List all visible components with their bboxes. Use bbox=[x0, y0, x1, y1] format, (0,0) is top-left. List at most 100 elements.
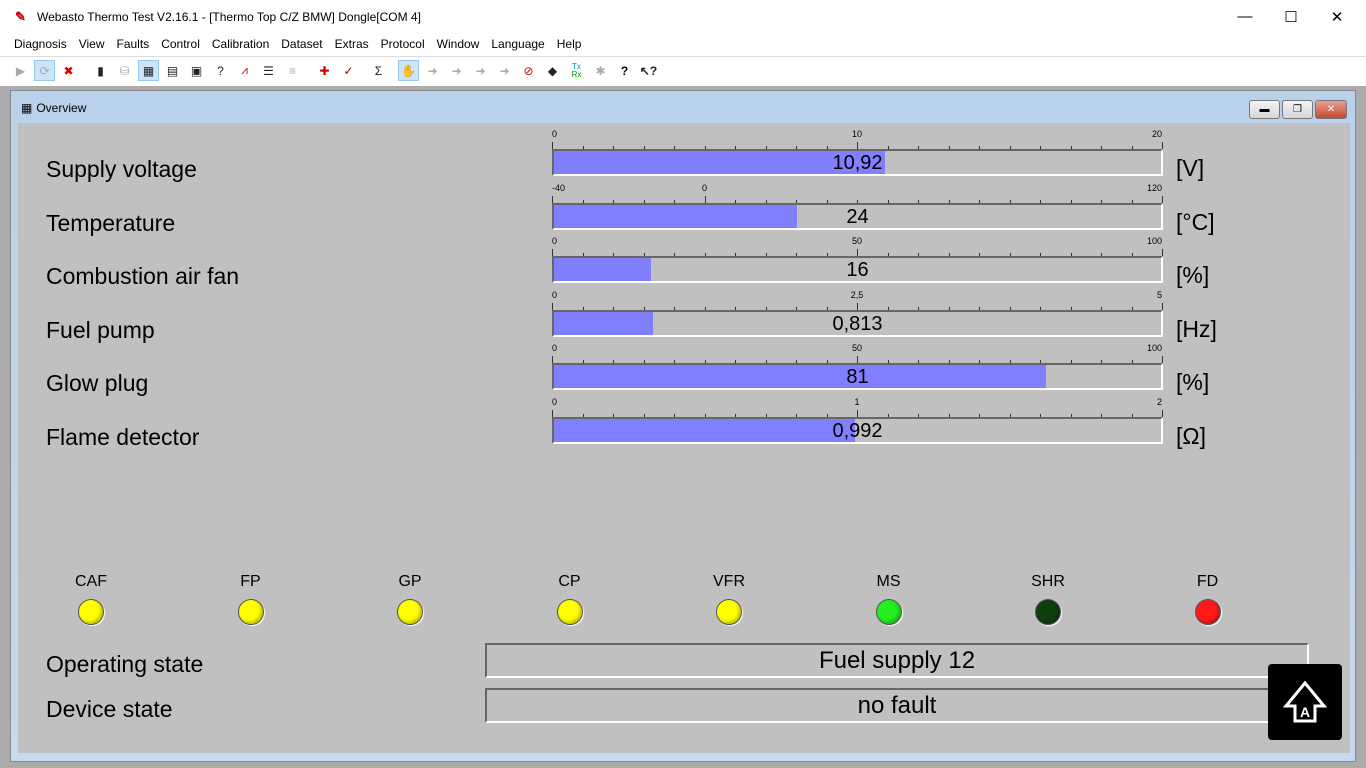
close-button[interactable]: ✕ bbox=[1314, 0, 1360, 33]
scale-tick-label: 100 bbox=[1146, 343, 1162, 353]
toolbar: ▶ ⟳ ✖ ▮ ⛁ ▦ ▤ ▣ ? ⩘ ☰ ≡ ✚ ✓ Σ ✋ ➜ ➜ ➜ ➜ … bbox=[0, 56, 1366, 84]
indicator-led-icon bbox=[78, 599, 104, 625]
search-window-icon[interactable]: ▤ bbox=[162, 60, 183, 81]
hand-icon[interactable]: ✋ bbox=[398, 60, 419, 81]
menu-diagnosis[interactable]: Diagnosis bbox=[8, 37, 73, 51]
combustion-air-fan-scale: 0 50 100 bbox=[552, 236, 1163, 258]
co2-icon[interactable]: ⊘ bbox=[518, 60, 539, 81]
arrow-fuel-icon[interactable]: ➜ bbox=[446, 60, 467, 81]
indicator-led-icon bbox=[1035, 599, 1061, 625]
text-window-icon[interactable]: ≡ bbox=[282, 60, 303, 81]
flame-detector-scale: 0 1 2 bbox=[552, 397, 1163, 419]
supply-voltage-label: Supply voltage bbox=[46, 156, 197, 182]
menu-view[interactable]: View bbox=[73, 37, 111, 51]
scale-tick-label: 1 bbox=[854, 397, 860, 407]
fuel-pump-bar: 0,813 bbox=[552, 310, 1163, 337]
temperature-unit: [°C] bbox=[1176, 209, 1215, 235]
combustion-air-fan-bar: 16 bbox=[552, 256, 1163, 283]
menu-control[interactable]: Control bbox=[155, 37, 206, 51]
menu-faults[interactable]: Faults bbox=[111, 37, 156, 51]
scale-tick-label: 0 bbox=[552, 397, 558, 407]
overview-icon: ▦ bbox=[21, 101, 33, 115]
title-bar: ✎ Webasto Thermo Test V2.16.1 - [Thermo … bbox=[0, 0, 1366, 33]
glow-plug-value: 81 bbox=[846, 366, 869, 388]
child-minimize-button[interactable]: ▬ bbox=[1249, 100, 1280, 119]
indicator-led-icon bbox=[556, 599, 583, 625]
child-restore-button[interactable]: ❐ bbox=[1282, 100, 1313, 119]
scale-tick-label: 0 bbox=[701, 183, 708, 193]
menu-extras[interactable]: Extras bbox=[329, 37, 375, 51]
help-window-icon[interactable]: ? bbox=[210, 60, 231, 81]
menu-dataset[interactable]: Dataset bbox=[275, 37, 328, 51]
scale-tick-label: 50 bbox=[851, 236, 863, 246]
bucket-icon[interactable]: ⛁ bbox=[114, 60, 135, 81]
list-window-icon[interactable]: ☰ bbox=[258, 60, 279, 81]
menu-help[interactable]: Help bbox=[551, 37, 588, 51]
indicator-label: VFR bbox=[713, 573, 745, 590]
window-title: Webasto Thermo Test V2.16.1 - [Thermo To… bbox=[37, 9, 421, 24]
indicator-fd: FD bbox=[1158, 573, 1258, 625]
overview-title-text: Overview bbox=[36, 101, 87, 115]
maximize-button[interactable]: ☐ bbox=[1268, 0, 1314, 33]
flame-detector-unit: [Ω] bbox=[1176, 423, 1206, 449]
indicator-led-icon bbox=[397, 599, 423, 625]
bug-icon[interactable]: ✱ bbox=[590, 60, 611, 81]
connect-icon[interactable]: ▶ bbox=[10, 60, 31, 81]
svg-text:A: A bbox=[1300, 704, 1310, 720]
glow-plug-scale: 0 50 100 bbox=[552, 343, 1163, 365]
temperature-value: 24 bbox=[846, 206, 869, 228]
combustion-air-fan-label: Combustion air fan bbox=[46, 263, 240, 289]
minimize-button[interactable]: — bbox=[1222, 0, 1268, 33]
indicator-label: FD bbox=[1196, 573, 1219, 590]
flame-detector-bar: 0,992 bbox=[552, 417, 1163, 444]
watermark-logo: A bbox=[1268, 664, 1342, 740]
glow-plug-label: Glow plug bbox=[46, 370, 149, 396]
fuel-pump-label: Fuel pump bbox=[46, 317, 155, 343]
help-icon[interactable]: ? bbox=[614, 60, 635, 81]
context-help-icon[interactable]: ↖? bbox=[638, 60, 659, 81]
supply-voltage-scale: 0 10 20 bbox=[552, 129, 1163, 151]
arrow-icon[interactable]: ➜ bbox=[422, 60, 443, 81]
arrow-drop-icon[interactable]: ➜ bbox=[470, 60, 491, 81]
overview-icon[interactable]: ▦ bbox=[138, 60, 159, 81]
arrow-fan-icon[interactable]: ➜ bbox=[494, 60, 515, 81]
glow-plug-unit: [%] bbox=[1176, 369, 1210, 395]
combustion-air-fan-value: 16 bbox=[846, 259, 869, 281]
device-state-label: Device state bbox=[46, 696, 173, 722]
check-icon[interactable]: ✓ bbox=[338, 60, 359, 81]
sum-icon[interactable]: Σ bbox=[368, 60, 389, 81]
menu-language[interactable]: Language bbox=[485, 37, 550, 51]
stop-icon[interactable]: ✖ bbox=[58, 60, 79, 81]
flame-detector-label: Flame detector bbox=[46, 424, 200, 450]
device-icon[interactable]: ▮ bbox=[90, 60, 111, 81]
supply-voltage-bar: 10,92 bbox=[552, 149, 1163, 176]
indicator-led-icon bbox=[716, 599, 742, 625]
child-close-button[interactable]: ✕ bbox=[1315, 100, 1347, 119]
txrx-icon[interactable]: Tx Rx bbox=[566, 60, 587, 81]
mdi-area: ▦ Overview ▬ ❐ ✕ Supply voltage 0 10 20 10,9… bbox=[0, 86, 1366, 768]
scale-tick-label: 120 bbox=[1146, 183, 1162, 193]
temperature-scale: -40 0 120 bbox=[552, 183, 1163, 205]
fuel-pump-value: 0,813 bbox=[832, 313, 883, 335]
operating-state-label: Operating state bbox=[46, 651, 204, 677]
indicator-vfr: VFR bbox=[679, 573, 779, 625]
chart-window-icon[interactable]: ⩘ bbox=[234, 60, 255, 81]
supply-voltage-unit: [V] bbox=[1176, 155, 1205, 181]
scale-tick-label: 5 bbox=[1156, 290, 1162, 300]
chip-icon[interactable]: ◆ bbox=[542, 60, 563, 81]
add-icon[interactable]: ✚ bbox=[314, 60, 335, 81]
indicator-ms: MS bbox=[839, 573, 939, 625]
overview-content: Supply voltage 0 10 20 10,92 [V] Temperature -4… bbox=[18, 123, 1350, 753]
scale-tick-label: 100 bbox=[1146, 236, 1162, 246]
indicator-label: CP bbox=[558, 573, 581, 590]
refresh-icon[interactable]: ⟳ bbox=[34, 60, 55, 81]
numeric-window-icon[interactable]: ▣ bbox=[186, 60, 207, 81]
menu-calibration[interactable]: Calibration bbox=[206, 37, 275, 51]
fuel-pump-scale: 0 2,5 5 bbox=[552, 290, 1163, 312]
overview-window-title: ▦ Overview bbox=[21, 101, 86, 115]
menu-protocol[interactable]: Protocol bbox=[375, 37, 431, 51]
operating-state-value: Fuel supply 12 bbox=[485, 643, 1309, 678]
scale-tick-label: 0 bbox=[552, 236, 558, 246]
indicator-led-icon bbox=[237, 599, 264, 625]
menu-window[interactable]: Window bbox=[431, 37, 486, 51]
